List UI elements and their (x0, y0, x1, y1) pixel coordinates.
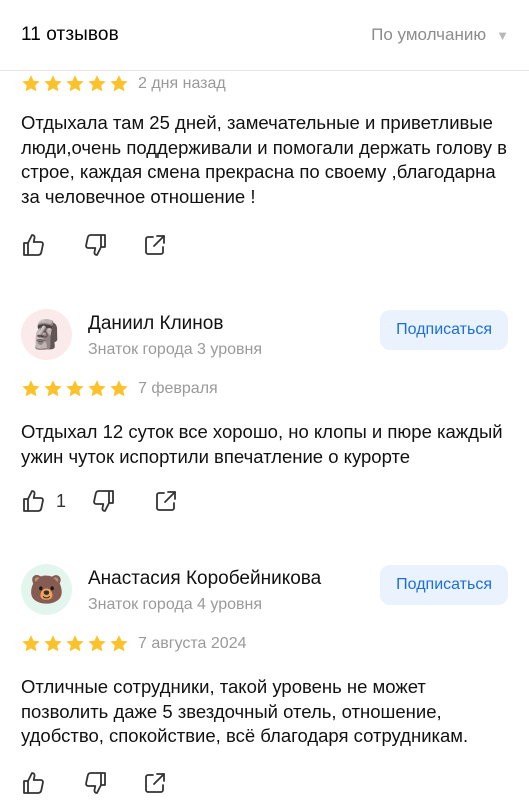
share-icon (156, 491, 176, 511)
author-name[interactable]: Даниил Клинов (88, 313, 223, 335)
review-rating-row: 2 дня назад (0, 72, 529, 96)
like-button[interactable]: 1 (21, 488, 66, 514)
thumbs-down-icon (85, 771, 106, 794)
review-text: Отличные сотрудники, такой уровень не мо… (21, 676, 469, 746)
review-date: 2 дня назад (138, 75, 226, 92)
dislike-button[interactable] (82, 232, 108, 258)
rating-stars (21, 634, 129, 654)
star-icon (43, 74, 63, 94)
review-author: 🗿 Даниил Клинов Знаток города 3 уровня П… (0, 309, 529, 377)
star-icon (109, 634, 129, 654)
like-count: 1 (56, 490, 67, 511)
review-card: 🗿 Даниил Клинов Знаток города 3 уровня П… (0, 309, 529, 517)
star-icon (87, 634, 107, 654)
star-icon (109, 379, 129, 399)
review-date: 7 августа 2024 (138, 635, 247, 652)
star-icon (43, 379, 63, 399)
share-button[interactable] (154, 489, 178, 513)
star-icon (65, 634, 85, 654)
dislike-button[interactable] (90, 488, 116, 514)
star-icon (109, 74, 129, 94)
review-card: 🐻 Анастасия Коробейникова Знаток города … (0, 564, 529, 799)
star-icon (21, 634, 41, 654)
like-button[interactable] (21, 232, 47, 258)
moai-icon[interactable]: 🗿 (21, 309, 72, 360)
avatar-glyph: 🐻 (29, 574, 64, 605)
avatar-glyph: 🗿 (29, 319, 64, 350)
rating-stars (21, 74, 129, 94)
chevron-down-icon: ▼ (496, 27, 509, 43)
author-level: Знаток города 3 уровня (88, 341, 263, 358)
star-icon (43, 634, 63, 654)
bear-icon[interactable]: 🐻 (21, 564, 72, 615)
author-level: Знаток города 4 уровня (88, 596, 263, 613)
review-rating-row: 7 августа 2024 (0, 632, 529, 656)
review-rating-row: 7 февраля (0, 377, 529, 401)
star-icon (87, 379, 107, 399)
sort-label: По умолчанию (371, 25, 487, 44)
review-text: Отдыхала там 25 дней, замечательные и пр… (21, 112, 508, 207)
thumbs-up-icon (23, 490, 44, 512)
thumbs-down-icon (93, 490, 114, 512)
like-button[interactable] (21, 770, 47, 796)
reviews-header: 11 отзывов По умолчанию ▼ (0, 0, 529, 71)
share-icon (145, 235, 165, 255)
share-icon (145, 772, 165, 793)
dislike-button[interactable] (82, 770, 108, 796)
sort-dropdown[interactable]: По умолчанию ▼ (371, 25, 509, 45)
author-name[interactable]: Анастасия Коробейникова (88, 568, 321, 590)
thumbs-up-icon (23, 771, 44, 794)
share-button[interactable] (143, 771, 167, 795)
subscribe-button[interactable]: Подписаться (380, 310, 508, 350)
review-actions (0, 229, 529, 261)
star-icon (21, 74, 41, 94)
subscribe-button[interactable]: Подписаться (380, 565, 508, 605)
review-card: 2 дня назад Отдыхала там 25 дней, замеча… (0, 72, 529, 261)
star-icon (21, 379, 41, 399)
thumbs-down-icon (85, 234, 106, 256)
star-icon (87, 74, 107, 94)
review-author: 🐻 Анастасия Коробейникова Знаток города … (0, 564, 529, 632)
review-date: 7 февраля (138, 380, 218, 397)
review-actions (0, 767, 529, 799)
star-icon (65, 74, 85, 94)
rating-stars (21, 379, 129, 399)
review-actions: 1 (0, 485, 529, 517)
star-icon (65, 379, 85, 399)
share-button[interactable] (143, 233, 167, 257)
review-text: Отдыхал 12 суток все хорошо, но клопы и … (21, 421, 503, 467)
thumbs-up-icon (23, 234, 44, 256)
reviews-count: 11 отзывов (21, 24, 119, 45)
